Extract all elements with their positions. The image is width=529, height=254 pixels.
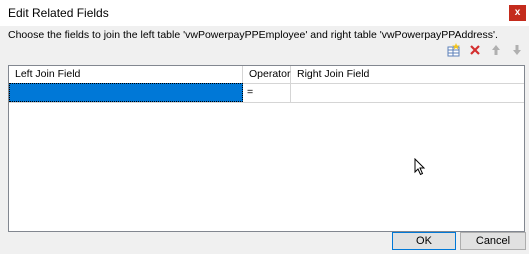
join-fields-grid[interactable]: Left Join Field Operator Right Join Fiel… — [8, 65, 525, 232]
cancel-button[interactable]: Cancel — [460, 232, 526, 250]
title-bar: Edit Related Fields x — [0, 0, 529, 26]
move-down-button[interactable] — [510, 43, 524, 57]
move-down-icon — [513, 45, 521, 55]
mouse-pointer-icon — [414, 158, 426, 176]
operator-cell[interactable]: = — [243, 83, 291, 102]
ok-button[interactable]: OK — [392, 232, 456, 250]
close-button[interactable]: x — [509, 5, 526, 21]
right-join-field-cell[interactable] — [291, 83, 524, 102]
dialog-title: Edit Related Fields — [8, 6, 109, 20]
move-up-button[interactable] — [489, 43, 503, 57]
close-icon: x — [514, 7, 521, 18]
add-row-button[interactable] — [447, 43, 461, 57]
table-row[interactable]: = — [9, 83, 524, 103]
delete-icon — [470, 45, 480, 55]
grid-toolbar — [447, 42, 524, 58]
instruction-text: Choose the fields to join the left table… — [8, 29, 498, 41]
add-row-icon — [447, 43, 460, 57]
column-header-left-join-field[interactable]: Left Join Field — [9, 66, 243, 83]
edit-related-fields-dialog: Edit Related Fields x Choose the fields … — [0, 0, 529, 254]
move-up-icon — [492, 45, 500, 55]
delete-row-button[interactable] — [468, 43, 482, 57]
column-header-operator[interactable]: Operator — [243, 66, 291, 83]
column-header-right-join-field[interactable]: Right Join Field — [291, 66, 524, 83]
left-join-field-cell[interactable] — [9, 83, 243, 102]
grid-header: Left Join Field Operator Right Join Fiel… — [9, 66, 524, 84]
